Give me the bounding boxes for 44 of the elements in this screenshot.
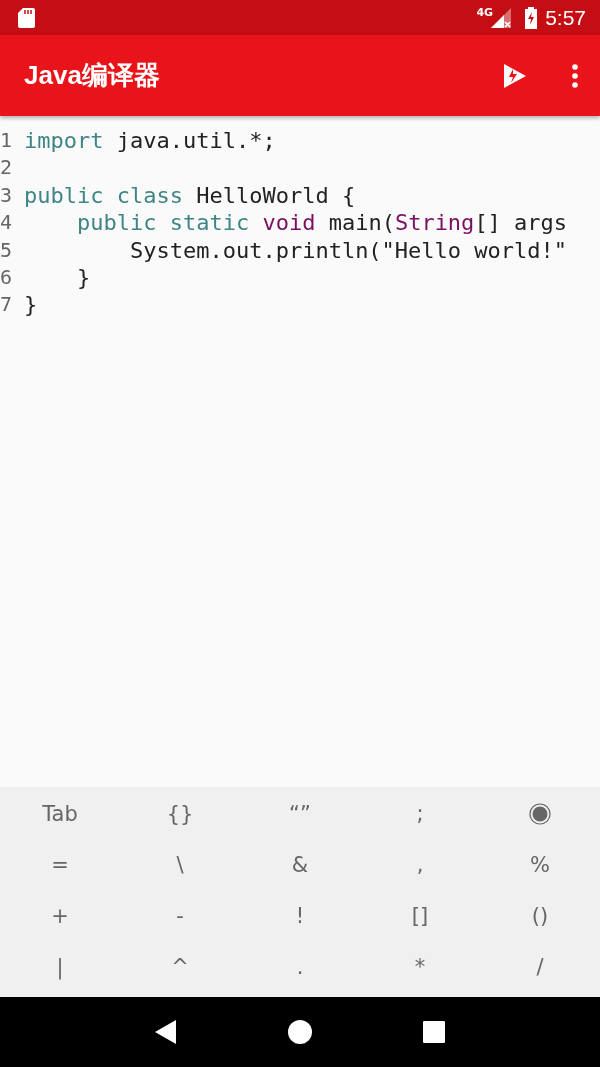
symbol-key[interactable]: * bbox=[360, 941, 480, 993]
app-title: Java编译器 bbox=[24, 59, 160, 92]
symbol-key[interactable]: . bbox=[240, 941, 360, 993]
back-button[interactable] bbox=[155, 1020, 178, 1044]
symbol-key[interactable]: & bbox=[240, 839, 360, 891]
line-number: 1 bbox=[0, 127, 14, 154]
line-number: 3 bbox=[0, 181, 14, 209]
symbol-key[interactable]: ^ bbox=[120, 941, 240, 993]
symbol-key[interactable]: () bbox=[480, 890, 600, 942]
battery-charging-icon bbox=[525, 6, 538, 29]
code-line: } bbox=[75, 264, 91, 292]
play-bolt-icon bbox=[504, 63, 526, 88]
code-line: public class HelloWorld { bbox=[23, 181, 356, 210]
sd-card-icon bbox=[18, 7, 35, 28]
symbol-key[interactable]: Tab bbox=[0, 788, 120, 840]
code-line: import java.util.*; bbox=[23, 127, 276, 155]
home-button[interactable] bbox=[288, 1020, 312, 1044]
symbol-key[interactable]: ! bbox=[240, 890, 360, 942]
signal-icon bbox=[491, 7, 512, 28]
code-line: System.out.println("Hello world!" bbox=[128, 236, 568, 265]
recents-button[interactable] bbox=[422, 1021, 445, 1043]
symbol-key[interactable]: {} bbox=[120, 788, 240, 840]
radio-icon bbox=[529, 802, 551, 825]
symbol-key[interactable]: \ bbox=[120, 839, 240, 891]
network-label: 4G bbox=[476, 6, 494, 19]
line-number: 6 bbox=[0, 264, 14, 292]
symbol-key[interactable]: = bbox=[0, 839, 120, 891]
symbol-key[interactable]: “” bbox=[240, 788, 360, 840]
code-line: public static void main(String[] args bbox=[75, 209, 568, 237]
line-number: 5 bbox=[0, 236, 14, 264]
symbol-key[interactable]: ; bbox=[360, 788, 480, 840]
clock: 5:57 bbox=[545, 5, 586, 30]
symbol-key[interactable]: , bbox=[360, 839, 480, 891]
line-number: 7 bbox=[0, 291, 14, 319]
line-number: 4 bbox=[0, 209, 14, 237]
symbol-key[interactable]: / bbox=[480, 941, 600, 993]
symbol-key[interactable]: [] bbox=[360, 890, 480, 942]
more-vert-icon bbox=[572, 63, 578, 88]
symbol-key[interactable]: + bbox=[0, 890, 120, 942]
symbol-key[interactable]: | bbox=[0, 941, 120, 993]
code-line: } bbox=[23, 291, 38, 319]
symbol-key[interactable]: - bbox=[120, 890, 240, 942]
symbol-key[interactable]: % bbox=[480, 839, 600, 891]
line-number: 2 bbox=[0, 154, 14, 182]
